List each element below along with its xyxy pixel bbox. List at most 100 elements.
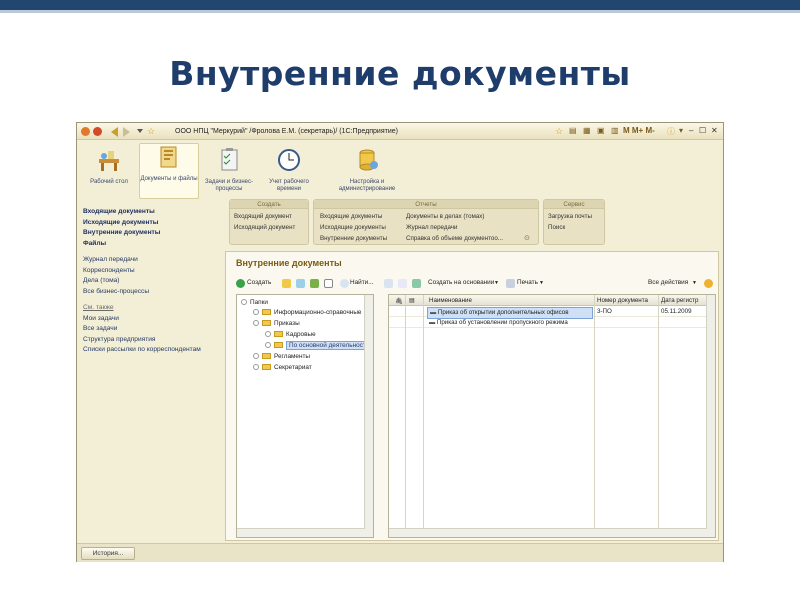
back-icon[interactable] [111, 127, 118, 137]
column-header-number[interactable]: Номер документа [597, 297, 648, 304]
favorites-icon[interactable]: ☆ [555, 126, 563, 137]
memory-buttons[interactable]: M M+ M- [623, 126, 655, 135]
history-icon[interactable]: ▤ [569, 126, 577, 135]
print-icon[interactable] [506, 279, 515, 288]
cell-number[interactable]: 3-ПО [597, 307, 657, 317]
all-actions-button[interactable]: Все действия [648, 279, 688, 286]
history-button[interactable]: История... [81, 547, 135, 560]
collapse-icon[interactable] [241, 299, 247, 305]
form-toolbar: Создать Найти... Создать на основании ▼ … [236, 276, 716, 290]
chevron-down-icon[interactable]: ▼ [692, 280, 697, 286]
table-horizontal-scrollbar[interactable] [389, 528, 707, 537]
report-link[interactable]: Справка об объеме документоо... [406, 235, 503, 242]
tree-item-selected[interactable]: По основной деятельности [265, 341, 373, 351]
find-button[interactable]: Найти... [350, 279, 374, 286]
create-outgoing-link[interactable]: Исходящий документ [234, 224, 295, 231]
sidebar-item-outgoing[interactable]: Исходящие документы [83, 218, 223, 229]
calculator-icon[interactable]: ▣ [597, 126, 605, 135]
section-settings[interactable]: Настройка и администрирование [327, 147, 407, 193]
section-worktime[interactable]: Учет рабочего времени [259, 147, 319, 193]
close-icon[interactable]: ✕ [711, 126, 718, 135]
sidebar-item-business-processes[interactable]: Все бизнес-процессы [83, 287, 223, 298]
help-icon[interactable] [704, 279, 713, 288]
desk-icon [99, 151, 119, 171]
chevron-down-icon[interactable]: ▼ [494, 280, 499, 286]
sidebar-item-transfer-log[interactable]: Журнал передачи [83, 255, 223, 266]
table-row[interactable]: ▬ Приказ об открытии дополнительных офис… [389, 307, 707, 319]
section-desktop[interactable]: Рабочий стол [79, 147, 139, 186]
edit-icon[interactable] [310, 279, 319, 288]
report-link[interactable]: Журнал передачи [406, 224, 457, 231]
delete-icon[interactable] [324, 279, 333, 288]
expand-icon[interactable] [253, 364, 259, 370]
expand-icon[interactable]: ⊙ [524, 234, 530, 242]
table-vertical-scrollbar[interactable] [706, 295, 715, 537]
expand-icon[interactable] [253, 309, 259, 315]
sidebar-item-cases[interactable]: Дела (тома) [83, 276, 223, 287]
menu-icon[interactable] [93, 127, 102, 136]
column-separator [423, 295, 424, 537]
chevron-down-icon[interactable] [137, 129, 143, 133]
expand-icon[interactable] [265, 342, 271, 348]
search-link[interactable]: Поиск [548, 224, 565, 231]
tree-horizontal-scrollbar[interactable] [237, 528, 365, 537]
status-column-icon[interactable]: ▤ [409, 297, 415, 304]
chevron-down-icon[interactable]: ▼ [539, 280, 544, 286]
favorite-star-icon[interactable]: ☆ [147, 126, 155, 137]
create-incoming-link[interactable]: Входящий документ [234, 213, 292, 220]
tree-item[interactable]: Кадровые [265, 330, 316, 340]
collapse-icon[interactable] [253, 320, 259, 326]
search-icon[interactable] [340, 279, 349, 288]
mail-load-link[interactable]: Загрузка почты [548, 213, 592, 220]
attachment-column-icon[interactable]: 🖇 [395, 297, 403, 305]
tree-item[interactable]: Регламенты [253, 352, 310, 362]
list-icon[interactable] [398, 279, 407, 288]
maximize-icon[interactable]: ☐ [699, 126, 706, 135]
expand-icon[interactable] [265, 331, 271, 337]
folder-icon [262, 309, 271, 315]
report-link[interactable]: Исходящие документы [320, 224, 386, 231]
create-button[interactable]: Создать [247, 279, 271, 286]
document-table[interactable]: 🖇 ▤ Наименование Номер документа Дата ре… [388, 294, 716, 538]
sidebar-item-files[interactable]: Файлы [83, 239, 223, 250]
refresh-icon[interactable] [412, 279, 421, 288]
column-header-date[interactable]: Дата регистр [661, 297, 698, 304]
tree-item[interactable]: Секретариат [253, 363, 312, 373]
print-button[interactable]: Печать [517, 279, 538, 286]
sidebar-item-structure[interactable]: Структура предприятия [83, 335, 223, 346]
expand-icon[interactable] [253, 353, 259, 359]
info-icon[interactable]: ⓘ [667, 126, 675, 137]
sidebar-item-correspondents[interactable]: Корреспонденты [83, 266, 223, 277]
folder-tree[interactable]: Папки Информационно-справочные Приказы К… [236, 294, 374, 538]
cancel-search-icon[interactable] [384, 279, 393, 288]
tree-vertical-scrollbar[interactable] [364, 295, 373, 537]
report-link[interactable]: Внутренние документы [320, 235, 387, 242]
tree-item[interactable]: Приказы [253, 319, 300, 329]
forward-icon[interactable] [123, 127, 130, 137]
sidebar-item-all-tasks[interactable]: Все задачи [83, 324, 223, 335]
sidebar-item-internal[interactable]: Внутренние документы [83, 228, 223, 239]
minimize-icon[interactable]: – [689, 126, 693, 135]
add-icon[interactable] [236, 279, 245, 288]
copy-icon[interactable] [296, 279, 305, 288]
window-menu-icon[interactable]: ▾ [679, 126, 683, 135]
report-link[interactable]: Входящие документы [320, 213, 382, 220]
create-based-button[interactable]: Создать на основании [428, 279, 494, 286]
report-link[interactable]: Документы в делах (томах) [406, 213, 484, 220]
print-icon[interactable]: ▥ [611, 126, 619, 135]
column-header-name[interactable]: Наименование [429, 297, 472, 304]
sidebar-item-my-tasks[interactable]: Мои задачи [83, 314, 223, 325]
section-tasks[interactable]: Задачи и бизнес-процессы [199, 147, 259, 193]
tree-root[interactable]: Папки [241, 298, 268, 308]
section-documents[interactable]: Документы и файлы [139, 143, 199, 199]
table-row[interactable]: ▬ Приказ об установлении пропускного реж… [389, 318, 707, 328]
cell-name[interactable]: ▬ Приказ об установлении пропускного реж… [427, 318, 593, 328]
calendar-icon[interactable]: ▦ [583, 126, 591, 135]
cell-date[interactable]: 05.11.2009 [661, 307, 707, 317]
tree-item[interactable]: Информационно-справочные [253, 308, 361, 318]
sidebar-item-mailing-lists[interactable]: Списки рассылки по корреспондентам [83, 345, 223, 356]
group-title: Отчеты [314, 200, 538, 209]
add-folder-icon[interactable] [282, 279, 291, 288]
section-label: Настройка и администрирование [338, 179, 396, 192]
sidebar-item-incoming[interactable]: Входящие документы [83, 207, 223, 218]
